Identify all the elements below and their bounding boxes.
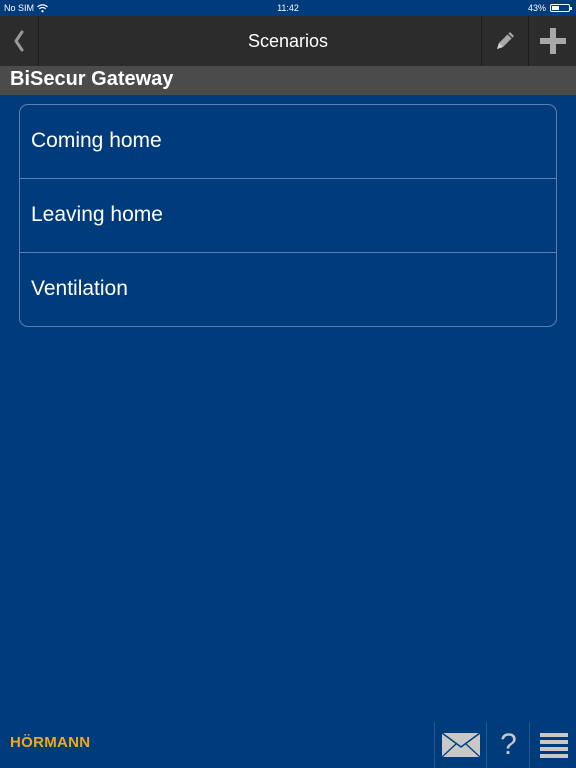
back-button[interactable] [0, 16, 39, 66]
scenario-item-ventilation[interactable]: Ventilation [20, 253, 556, 326]
hamburger-menu-icon [539, 733, 568, 758]
hormann-logo: HÖRMANN [10, 734, 91, 751]
page-title: Scenarios [247, 31, 329, 51]
gateway-name: BiSecur Gateway [10, 68, 174, 90]
scenario-item-leaving-home[interactable]: Leaving home [20, 179, 556, 253]
scenario-item-coming-home[interactable]: Coming home [20, 105, 556, 179]
chevron-left-icon [14, 30, 24, 52]
envelope-icon [441, 732, 481, 758]
menu-button[interactable] [529, 722, 576, 768]
messages-button[interactable] [434, 722, 487, 768]
battery-icon [550, 4, 572, 12]
footer: HÖRMANN ? [0, 722, 576, 768]
pencil-icon [497, 32, 514, 49]
help-button[interactable]: ? [486, 722, 530, 768]
status-time: 11:42 [277, 3, 299, 13]
nav-bar: Scenarios [0, 16, 576, 67]
add-scenario-button[interactable] [528, 16, 576, 66]
scenario-list: Coming home Leaving home Ventilation [19, 104, 557, 327]
battery-level [552, 6, 559, 10]
plus-icon [539, 28, 566, 54]
battery-percent: 43% [527, 3, 546, 13]
status-right: 43% [527, 3, 572, 13]
status-bar: No SIM 11:42 43% [0, 0, 576, 16]
edit-button[interactable] [481, 16, 528, 66]
question-mark-icon: ? [500, 728, 517, 761]
section-header: BiSecur Gateway [0, 66, 576, 95]
